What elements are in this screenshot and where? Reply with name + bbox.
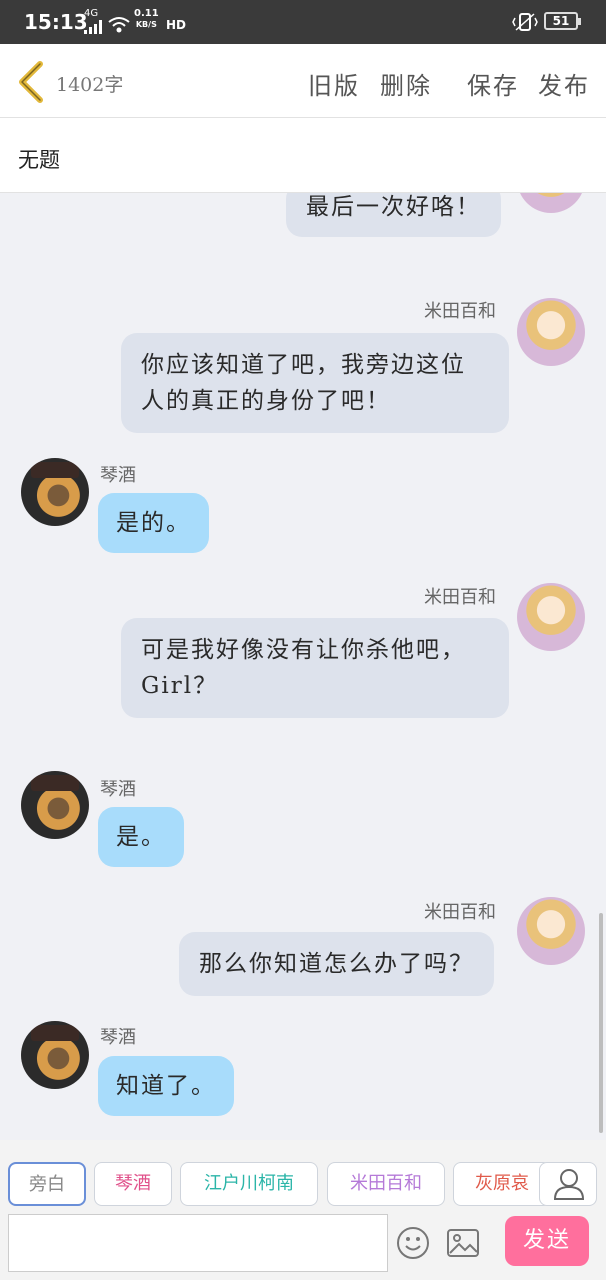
vibrate-icon [512, 13, 538, 31]
character-label: 琴酒 [115, 1173, 151, 1194]
sender-name: 琴酒 [100, 465, 136, 486]
avatar[interactable] [21, 458, 89, 526]
signal-icon [84, 20, 102, 34]
hat-shape [31, 462, 79, 478]
person-icon [553, 1169, 585, 1200]
wifi-icon [108, 17, 130, 33]
story-title: 无题 [18, 148, 60, 172]
character-label: 旁白 [29, 1174, 65, 1195]
send-button[interactable]: 发送 [505, 1216, 589, 1266]
message-bubble[interactable]: 你应该知道了吧，我旁边这位 人的真正的身份了吧！ [121, 333, 509, 433]
avatar[interactable] [517, 193, 585, 213]
character-chip[interactable]: 灰原哀 [453, 1162, 551, 1206]
message-text: 是的。 [116, 510, 191, 536]
editor-toolbar: 1402字 旧版 删除 保存 发布 [0, 44, 606, 118]
message-bubble[interactable]: 那么你知道怎么办了吗？ [179, 932, 494, 996]
message-line: 可是我好像没有让你杀他吧， [141, 637, 466, 663]
message-bubble[interactable]: 知道了。 [98, 1056, 234, 1116]
character-label: 江户川柯南 [204, 1173, 294, 1194]
character-chip[interactable]: 江户川柯南 [180, 1162, 318, 1206]
hat-shape [31, 775, 79, 791]
message-bubble[interactable]: 是。 [98, 807, 184, 867]
avatar[interactable] [517, 298, 585, 366]
sender-name: 米田百和 [424, 587, 496, 608]
message-text: 那么你知道怎么办了吗？ [199, 951, 474, 977]
message-line: 你应该知道了吧，我旁边这位 [141, 352, 466, 378]
image-icon[interactable] [446, 1228, 480, 1258]
message-line: 人的真正的身份了吧！ [141, 388, 391, 414]
message-text: 知道了。 [116, 1073, 216, 1099]
message-text: 是。 [116, 824, 166, 850]
compose-panel: 旁白 琴酒 江户川柯南 米田百和 灰原哀 发送 [0, 1140, 606, 1280]
avatar[interactable] [21, 771, 89, 839]
back-icon[interactable] [14, 60, 48, 104]
old-version-button[interactable]: 旧版 [308, 66, 360, 101]
message-bubble[interactable]: 可是我好像没有让你杀他吧， Girl？ [121, 618, 509, 718]
hd-badge: HD [166, 18, 187, 32]
character-chip-narrator[interactable]: 旁白 [8, 1162, 86, 1206]
sender-name: 琴酒 [100, 779, 136, 800]
delete-button[interactable]: 删除 [380, 66, 432, 101]
emoji-icon[interactable] [396, 1226, 430, 1260]
sender-name: 琴酒 [100, 1027, 136, 1048]
story-title-row[interactable]: 无题 [0, 118, 606, 193]
character-chip[interactable]: 米田百和 [327, 1162, 445, 1206]
sender-name: 米田百和 [424, 301, 496, 322]
save-button[interactable]: 保存 [467, 66, 519, 101]
message-bubble[interactable]: 最后一次好咯！ [286, 193, 501, 237]
character-manage-button[interactable] [539, 1162, 597, 1206]
status-bar: 15:13 4G 0.11 KB/S HD 51 [0, 0, 606, 44]
battery-icon: 51 [544, 12, 581, 30]
message-text: 最后一次好咯！ [306, 194, 481, 220]
network-type: 4G [84, 8, 99, 19]
sender-name: 米田百和 [424, 902, 496, 923]
message-line: Girl？ [141, 673, 219, 699]
clock: 15:13 [24, 10, 88, 34]
speed-value: 0.11 [134, 8, 159, 19]
message-input[interactable] [8, 1214, 388, 1272]
character-label: 灰原哀 [475, 1173, 529, 1194]
speed-unit: KB/S [135, 20, 157, 29]
avatar[interactable] [517, 897, 585, 965]
publish-button[interactable]: 发布 [538, 66, 590, 101]
avatar[interactable] [21, 1021, 89, 1089]
word-count: 1402字 [56, 74, 124, 96]
network-speed: 0.11 KB/S [134, 8, 159, 30]
scrollbar[interactable] [599, 913, 603, 1133]
chat-area[interactable]: 最后一次好咯！ 米田百和 你应该知道了吧，我旁边这位 人的真正的身份了吧！ 琴酒… [0, 193, 606, 1140]
avatar[interactable] [517, 583, 585, 651]
character-chip[interactable]: 琴酒 [94, 1162, 172, 1206]
message-bubble[interactable]: 是的。 [98, 493, 209, 553]
hat-shape [31, 1025, 79, 1041]
character-label: 米田百和 [350, 1173, 422, 1194]
